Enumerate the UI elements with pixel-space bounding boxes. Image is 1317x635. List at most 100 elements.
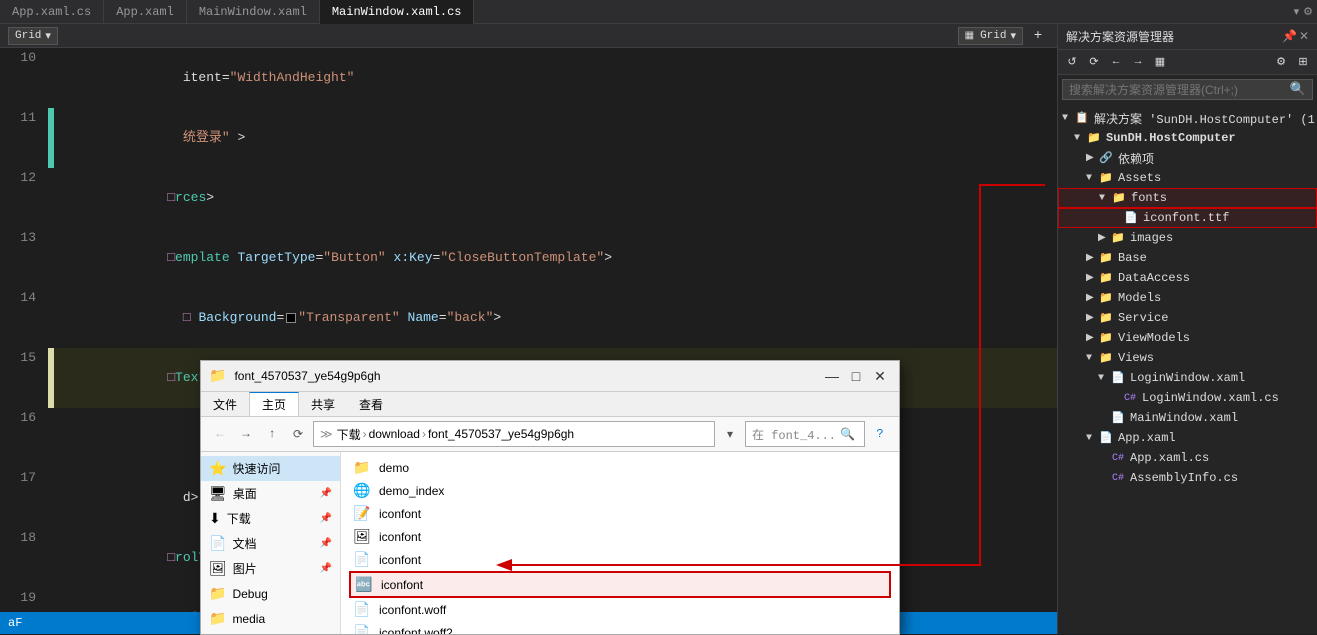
path-part-downloads[interactable]: 下载 [337,426,361,443]
right-dropdown[interactable]: ▦ Grid ▾ [958,27,1023,45]
left-dropdown[interactable]: Grid ▾ [8,27,58,45]
addr-dropdown-btn[interactable]: ▾ [719,423,741,445]
tree-label: LoginWindow.xaml.cs [1142,391,1279,405]
tree-item-assemblyinfo[interactable]: C# AssemblyInfo.cs [1058,468,1317,488]
panel-header: 解决方案资源管理器 📌 ✕ [1058,24,1317,50]
forward-btn[interactable]: → [1128,52,1148,72]
filter-btn[interactable]: ▦ [1150,52,1170,72]
tree-item-loginwindow-cs[interactable]: C# LoginWindow.xaml.cs [1058,388,1317,408]
tree-item-solution[interactable]: ▼ 📋 解决方案 'SunDH.HostComputer' (1 [1058,108,1317,128]
folder-icon: 📁 [1098,330,1114,346]
tree-item-images[interactable]: ▶ 📁 images [1058,228,1317,248]
panel-toolbar: ↺ ⟳ ← → ▦ ⚙ ⊞ [1058,50,1317,75]
sidebar-item-quickaccess[interactable]: ⭐ 快速访问 [201,456,340,481]
arrow-icon: ▼ [1074,133,1086,144]
sidebar-item-pictures[interactable]: 🖼 图片 📌 [201,556,340,581]
css-file-icon: 📝 [353,505,371,522]
nav-up-btn[interactable]: ↑ [261,423,283,445]
file-item-demo-folder[interactable]: 📁 demo [349,456,891,479]
tab-overflow-btn[interactable]: ▾ [1294,5,1300,19]
file-cs-icon: C# [1110,470,1126,486]
nav-forward-btn[interactable]: → [235,423,257,445]
sidebar-item-media[interactable]: 📁 media [201,606,340,631]
file-item-iconfont-js[interactable]: 📄 iconfont [349,548,891,571]
file-item-iconfont-woff2[interactable]: 📄 iconfont.woff2 [349,621,891,634]
tab-home[interactable]: 主页 [249,392,299,416]
tree-item-app-xaml[interactable]: ▼ 📄 App.xaml [1058,428,1317,448]
media-folder-icon: 📁 [209,610,226,627]
expand-panel-btn[interactable]: ⊞ [1293,52,1313,72]
arrow-icon: ▼ [1099,193,1111,204]
expand-btn[interactable]: + [1027,28,1049,44]
refresh-btn[interactable]: ⟳ [1084,52,1104,72]
tree-item-fonts[interactable]: ▼ 📁 fonts [1058,188,1317,208]
help-btn[interactable]: ? [869,423,891,445]
tree-item-dataaccess[interactable]: ▶ 📁 DataAccess [1058,268,1317,288]
path-part-download[interactable]: download [369,427,420,441]
back-btn[interactable]: ← [1106,52,1126,72]
ttf-file-icon: 🔤 [355,576,373,593]
tree-item-views[interactable]: ▼ 📁 Views [1058,348,1317,368]
tree-item-service[interactable]: ▶ 📁 Service [1058,308,1317,328]
file-item-iconfont-ttf[interactable]: 🔤 iconfont [349,571,891,598]
sidebar-item-desktop[interactable]: 🖥 桌面 📌 [201,481,340,506]
tree-item-models[interactable]: ▶ 📁 Models [1058,288,1317,308]
nav-refresh-btn[interactable]: ⟳ [287,423,309,445]
tab-bar: App.xaml.cs App.xaml MainWindow.xaml Mai… [0,0,1317,24]
sidebar-item-downloads[interactable]: ⬇ 下载 📌 [201,506,340,531]
pin-btn[interactable]: 📌 [1282,29,1297,44]
tree-label: MainWindow.xaml [1130,411,1238,425]
maximize-btn[interactable]: □ [845,367,867,385]
path-part-font[interactable]: font_4570537_ye54g9p6gh [428,427,574,441]
tab-file[interactable]: 文件 [201,392,249,416]
folder-title-icon: 📁 [209,368,226,385]
solution-tree: ▼ 📋 解决方案 'SunDH.HostComputer' (1 ▼ 📁 Sun… [1058,104,1317,634]
pin-icon: 📌 [320,488,332,499]
folder-icon: 📁 [1098,350,1114,366]
nav-back-btn[interactable]: ← [209,423,231,445]
tab-settings-btn[interactable]: ⚙ [1303,5,1313,19]
table-row: 14 □ Background="Transparent" Name="back… [0,288,1057,348]
sync-btn[interactable]: ↺ [1062,52,1082,72]
file-item-iconfont-img[interactable]: 🖼 iconfont [349,525,891,548]
tree-item-base[interactable]: ▶ 📁 Base [1058,248,1317,268]
address-bar: ← → ↑ ⟳ ≫ 下载 › download › font_4570537_y… [201,417,899,452]
tree-item-project[interactable]: ▼ 📁 SunDH.HostComputer [1058,128,1317,148]
html-file-icon: 🌐 [353,482,371,499]
file-item-demo-index[interactable]: 🌐 demo_index [349,479,891,502]
tab-mainwindow-xaml[interactable]: MainWindow.xaml [187,0,320,24]
close-panel-btn[interactable]: ✕ [1299,29,1309,44]
folder-icon: 📁 [1110,230,1126,246]
arrow-icon: ▼ [1086,353,1098,364]
tab-view[interactable]: 查看 [347,392,395,416]
tree-item-viewmodels[interactable]: ▶ 📁 ViewModels [1058,328,1317,348]
panel-title: 解决方案资源管理器 [1066,28,1174,45]
dialog-content: ⭐ 快速访问 🖥 桌面 📌 ⬇ 下载 📌 📄 文档 📌 🖼 图片 � [201,452,899,634]
tab-app-xaml-cs[interactable]: App.xaml.cs [0,0,104,24]
sidebar-item-debug[interactable]: 📁 Debug [201,581,340,606]
file-item-iconfont-woff[interactable]: 📄 iconfont.woff [349,598,891,621]
file-xaml-icon: 📄 [1098,430,1114,446]
tree-item-loginwindow-xaml[interactable]: ▼ 📄 LoginWindow.xaml [1058,368,1317,388]
arrow-icon: ▶ [1098,232,1110,244]
address-search[interactable]: 在 font_4... 🔍 [745,421,865,447]
sidebar-label: 桌面 [233,485,257,502]
close-dialog-btn[interactable]: ✕ [869,367,891,385]
tree-item-iconfont-ttf[interactable]: 📄 iconfont.ttf [1058,208,1317,228]
arrow-icon: ▶ [1086,312,1098,324]
tab-app-xaml[interactable]: App.xaml [104,0,187,24]
minimize-btn[interactable]: — [821,367,843,385]
folder-icon: 📁 [1098,250,1114,266]
file-item-iconfont-css[interactable]: 📝 iconfont [349,502,891,525]
tree-item-assets[interactable]: ▼ 📁 Assets [1058,168,1317,188]
tab-share[interactable]: 共享 [299,392,347,416]
sidebar-item-docs[interactable]: 📄 文档 📌 [201,531,340,556]
tab-mainwindow-xaml-cs[interactable]: MainWindow.xaml.cs [320,0,475,24]
tree-item-app-cs[interactable]: C# App.xaml.cs [1058,448,1317,468]
tree-item-mainwindow-xaml[interactable]: 📄 MainWindow.xaml [1058,408,1317,428]
tree-label: 依赖项 [1118,150,1154,167]
settings-btn[interactable]: ⚙ [1271,52,1291,72]
address-path[interactable]: ≫ 下载 › download › font_4570537_ye54g9p6g… [313,421,715,447]
solution-search-input[interactable] [1069,83,1286,97]
tree-item-deps[interactable]: ▶ 🔗 依赖项 [1058,148,1317,168]
